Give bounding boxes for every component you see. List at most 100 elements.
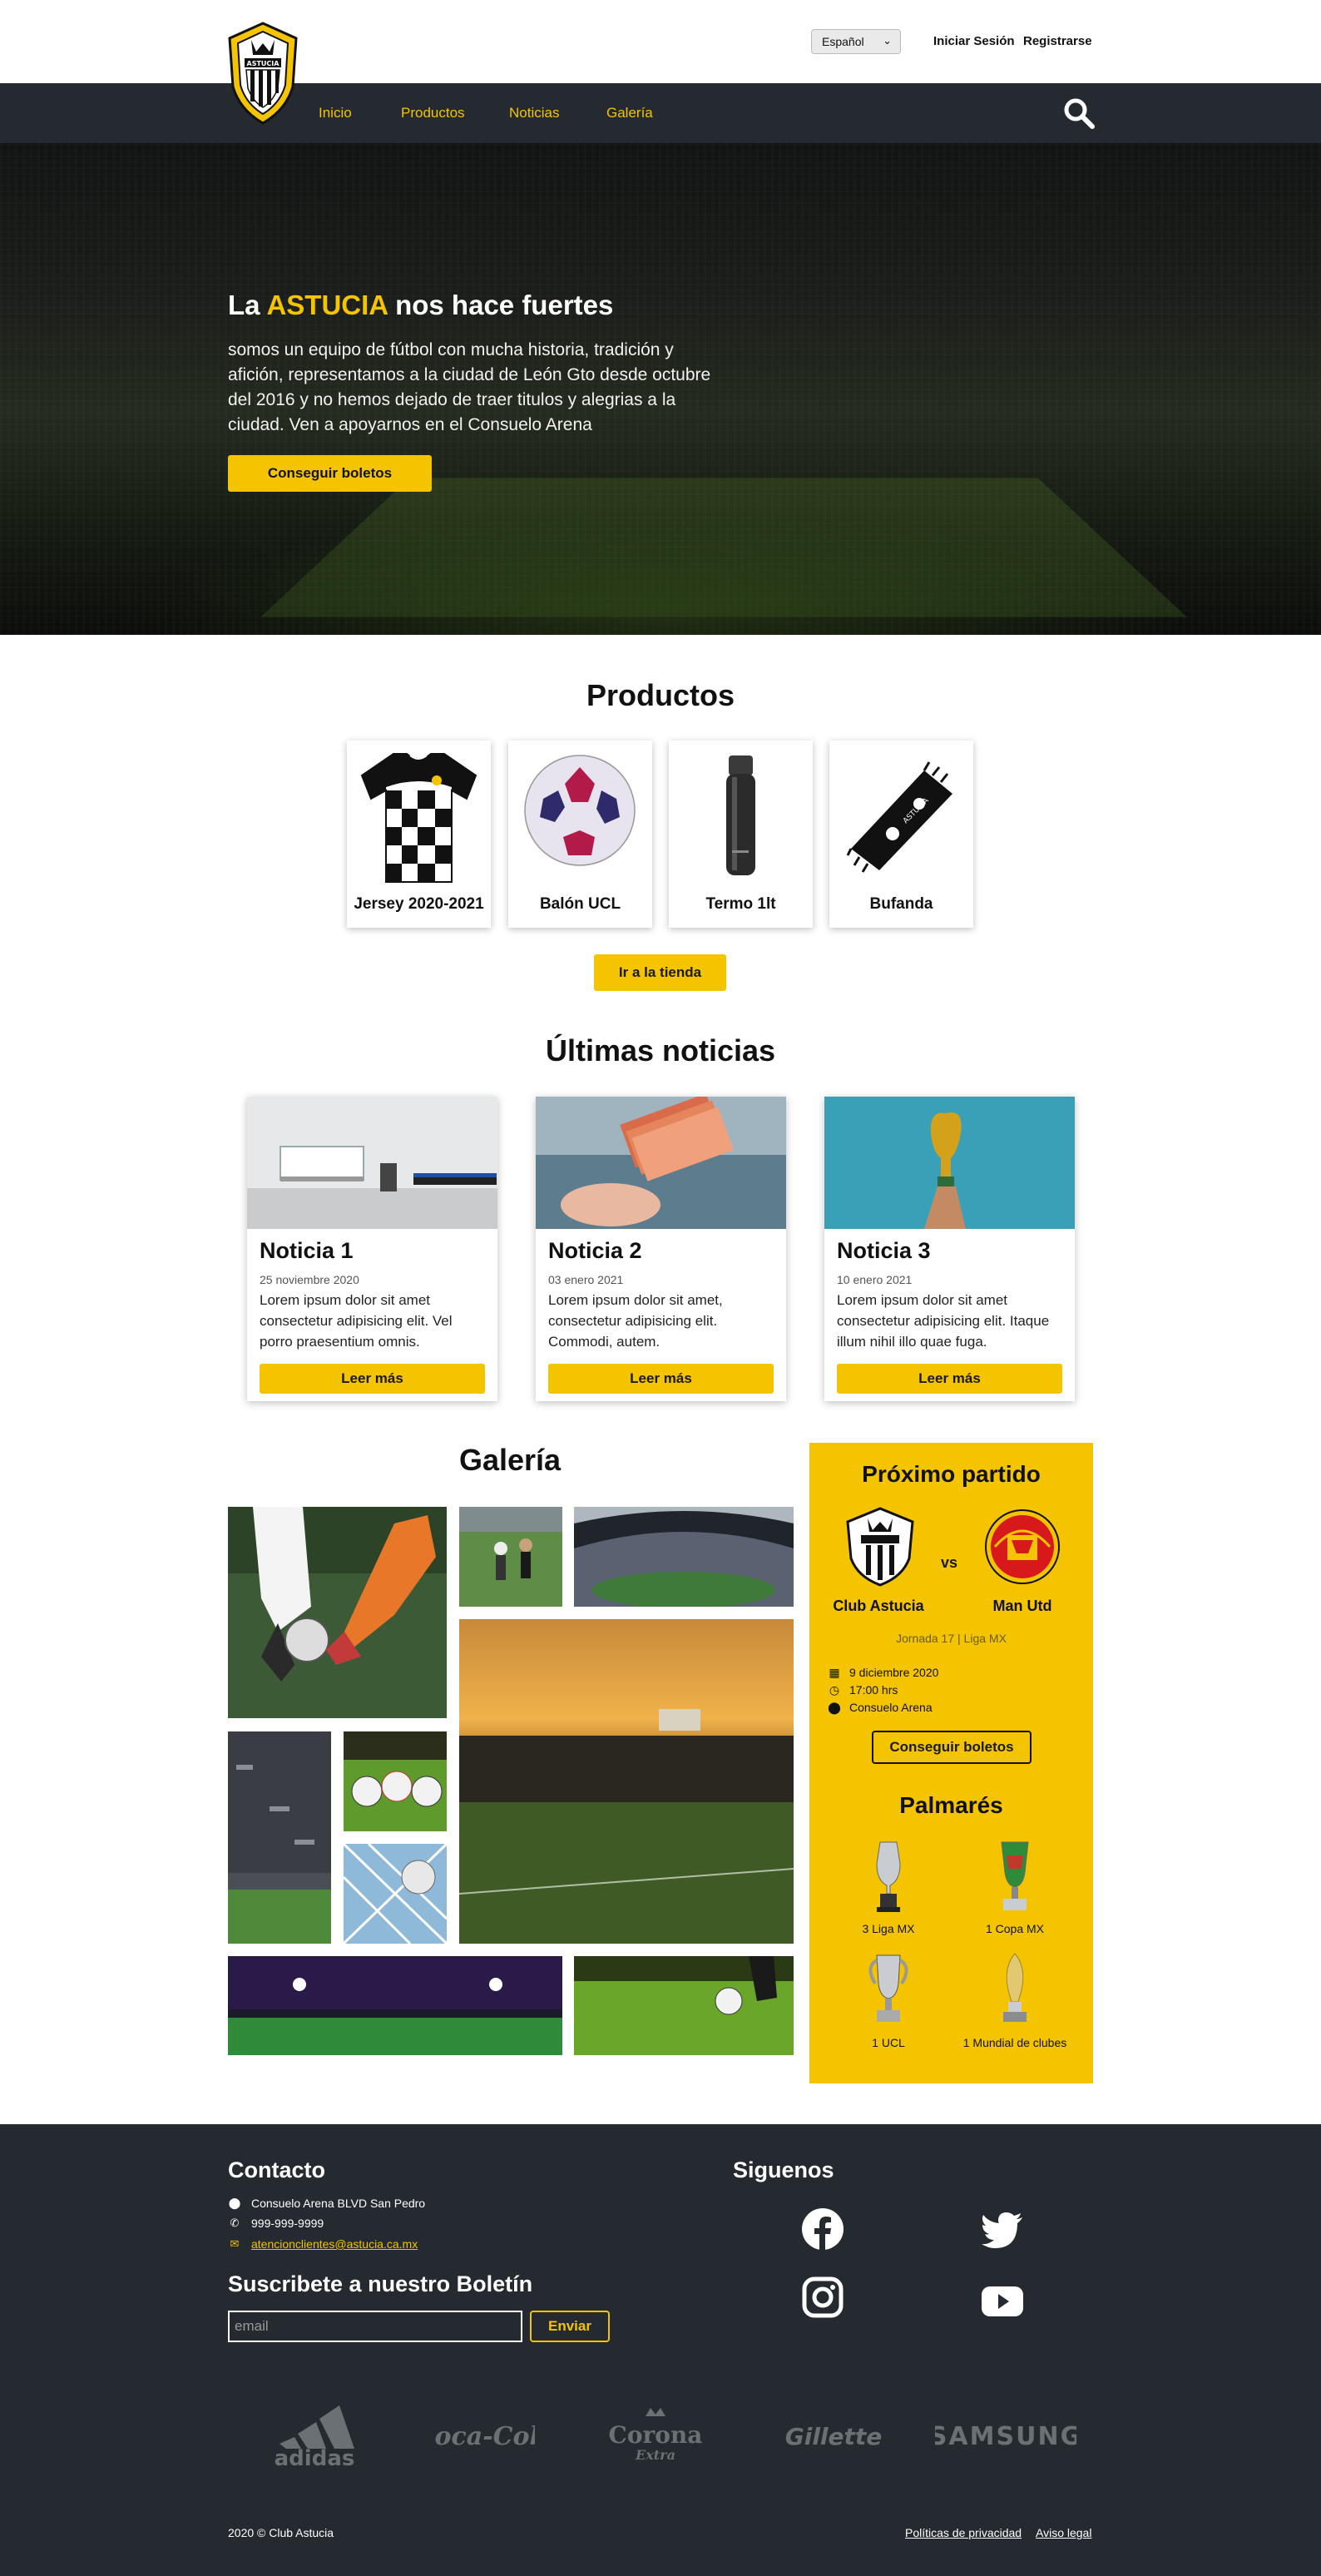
hero-tickets-button[interactable]: Conseguir boletos xyxy=(228,455,432,492)
home-team-crest xyxy=(843,1507,918,1587)
samsung-logo: SAMSUNG xyxy=(935,2411,1076,2461)
svg-text:SAMSUNG: SAMSUNG xyxy=(935,2422,1076,2451)
news-card: Noticia 2 03 enero 2021 Lorem ipsum dolo… xyxy=(536,1097,786,1401)
home-team-name: Club Astucia xyxy=(820,1598,937,1615)
svg-text:Extra: Extra xyxy=(635,2447,675,2463)
match-venue: ⬤ Consuelo Arena xyxy=(828,1701,933,1715)
news-title: Noticia 2 xyxy=(548,1238,642,1264)
ucl-trophy-icon xyxy=(863,1950,913,2025)
gallery-image-match[interactable] xyxy=(459,1507,562,1607)
news-image-tickets xyxy=(536,1097,786,1229)
next-match-title: Próximo partido xyxy=(809,1461,1093,1488)
thermos-icon xyxy=(682,751,799,884)
location-icon: ⬤ xyxy=(828,1701,841,1715)
news-image-trophy xyxy=(824,1097,1075,1229)
scarf-icon: ASTUCIA xyxy=(843,751,960,884)
vs-label: vs xyxy=(941,1554,957,1572)
read-more-button[interactable]: Leer más xyxy=(548,1364,774,1394)
club-logo[interactable]: ASTUCIA xyxy=(226,22,299,125)
gallery-image-stadium[interactable] xyxy=(574,1507,794,1607)
away-team-name: Man Utd xyxy=(964,1598,1081,1615)
calendar-icon: ▦ xyxy=(828,1666,841,1680)
contact-address: Consuelo Arena BLVD San Pedro xyxy=(251,2197,425,2210)
newsletter-send-button[interactable]: Enviar xyxy=(530,2311,610,2342)
away-team-crest xyxy=(985,1507,1060,1587)
corona-logo: Corona Extra xyxy=(606,2405,705,2471)
contact-phone: 999-999-9999 xyxy=(251,2217,324,2230)
matchday-label: Jornada 17 | Liga MX xyxy=(809,1632,1093,1645)
news-text: Lorem ipsum dolor sit amet consectetur a… xyxy=(837,1290,1066,1352)
facebook-icon[interactable] xyxy=(801,2207,844,2251)
language-select[interactable]: Español ⌄ xyxy=(811,29,901,54)
gallery-image-balls[interactable] xyxy=(344,1731,447,1831)
chevron-down-icon: ⌄ xyxy=(883,34,892,47)
twitter-icon[interactable] xyxy=(981,2209,1024,2252)
read-more-button[interactable]: Leer más xyxy=(260,1364,485,1394)
news-image-hospital xyxy=(247,1097,497,1229)
language-value: Español xyxy=(822,35,864,48)
social-title: Siguenos xyxy=(733,2157,834,2183)
club-world-cup-trophy-icon xyxy=(990,1950,1040,2025)
news-date: 10 enero 2021 xyxy=(837,1273,912,1286)
honour-label: 1 Copa MX xyxy=(944,1922,1086,1935)
svg-text:Corona: Corona xyxy=(609,2421,703,2449)
match-tickets-button[interactable]: Conseguir boletos xyxy=(872,1731,1032,1764)
search-icon[interactable] xyxy=(1062,97,1096,130)
svg-text:Gillette: Gillette xyxy=(785,2423,883,2450)
news-date: 03 enero 2021 xyxy=(548,1273,623,1286)
privacy-link[interactable]: Políticas de privacidad xyxy=(905,2526,1022,2539)
gallery-title: Galería xyxy=(226,1443,794,1478)
copa-mx-trophy-icon xyxy=(990,1839,1040,1914)
nav-link-productos[interactable]: Productos xyxy=(401,105,465,121)
youtube-icon[interactable] xyxy=(981,2280,1024,2323)
adidas-logo: adidas xyxy=(265,2402,364,2469)
logo-text: ASTUCIA xyxy=(247,60,280,67)
honours-title: Palmarés xyxy=(809,1792,1093,1819)
top-bar xyxy=(0,0,1321,83)
product-card[interactable]: Balón UCL xyxy=(508,741,652,928)
gallery-image-players[interactable] xyxy=(228,1507,447,1718)
gallery-image-ball-kick[interactable] xyxy=(574,1956,794,2055)
honour-label: 3 Liga MX xyxy=(818,1922,959,1935)
mail-icon: ✉ xyxy=(228,2237,241,2251)
svg-text:adidas: adidas xyxy=(275,2446,355,2469)
match-time: ◷ 17:00 hrs xyxy=(828,1683,898,1697)
next-match-panel: Próximo partido vs Club Astucia Man Utd … xyxy=(809,1443,1093,2083)
clock-icon: ◷ xyxy=(828,1683,841,1697)
contact-email-wrap: atencionclientes@astucia.ca.mx xyxy=(251,2237,418,2251)
news-date: 25 noviembre 2020 xyxy=(260,1273,359,1286)
nav-bar xyxy=(0,83,1321,143)
phone-icon: ✆ xyxy=(228,2217,241,2230)
products-title: Productos xyxy=(0,678,1321,713)
gallery-image-crowd[interactable] xyxy=(228,1731,331,1944)
shop-button[interactable]: Ir a la tienda xyxy=(594,954,726,991)
news-title: Noticia 3 xyxy=(837,1238,931,1264)
news-card: Noticia 1 25 noviembre 2020 Lorem ipsum … xyxy=(247,1097,497,1401)
nav-link-inicio[interactable]: Inicio xyxy=(319,105,352,121)
instagram-icon[interactable] xyxy=(801,2276,844,2319)
product-card[interactable]: ASTUCIA Bufanda xyxy=(829,741,973,928)
nav-link-noticias[interactable]: Noticias xyxy=(509,105,559,121)
ball-icon xyxy=(522,751,639,884)
login-link[interactable]: Iniciar Sesión xyxy=(933,34,1015,48)
gillette-logo: Gillette xyxy=(779,2411,888,2461)
product-card[interactable]: Jersey 2020-2021 xyxy=(347,741,491,928)
hero-title: La ASTUCIA nos hace fuertes xyxy=(228,290,613,321)
legal-notice-link[interactable]: Aviso legal xyxy=(1036,2526,1091,2539)
contact-title: Contacto xyxy=(228,2157,325,2183)
product-name: Jersey 2020-2021 xyxy=(347,895,491,914)
footer xyxy=(0,2124,1321,2576)
news-title: Noticia 1 xyxy=(260,1238,354,1264)
gallery-image-sunset-stadium[interactable] xyxy=(459,1619,794,1944)
register-link[interactable]: Registrarse xyxy=(1023,34,1092,48)
gallery-image-night-stadium[interactable] xyxy=(228,1956,562,2055)
gallery-image-goal-net[interactable] xyxy=(344,1844,447,1944)
nav-link-galeria[interactable]: Galería xyxy=(606,105,653,121)
newsletter-email-input[interactable]: email xyxy=(228,2311,522,2342)
news-text: Lorem ipsum dolor sit amet consectetur a… xyxy=(260,1290,488,1352)
read-more-button[interactable]: Leer más xyxy=(837,1364,1062,1394)
contact-email-link[interactable]: atencionclientes@astucia.ca.mx xyxy=(251,2237,418,2251)
copyright: 2020 © Club Astucia xyxy=(228,2526,334,2539)
product-name: Bufanda xyxy=(829,895,973,914)
product-card[interactable]: Termo 1lt xyxy=(669,741,813,928)
